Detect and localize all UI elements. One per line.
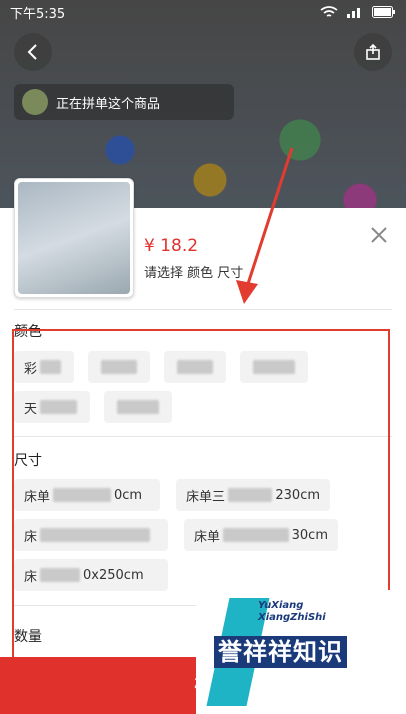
watermark-chinese: 誉祥祥知识 [214, 632, 347, 668]
watermark-english: YuXiang XiangZhiShi [258, 600, 326, 623]
